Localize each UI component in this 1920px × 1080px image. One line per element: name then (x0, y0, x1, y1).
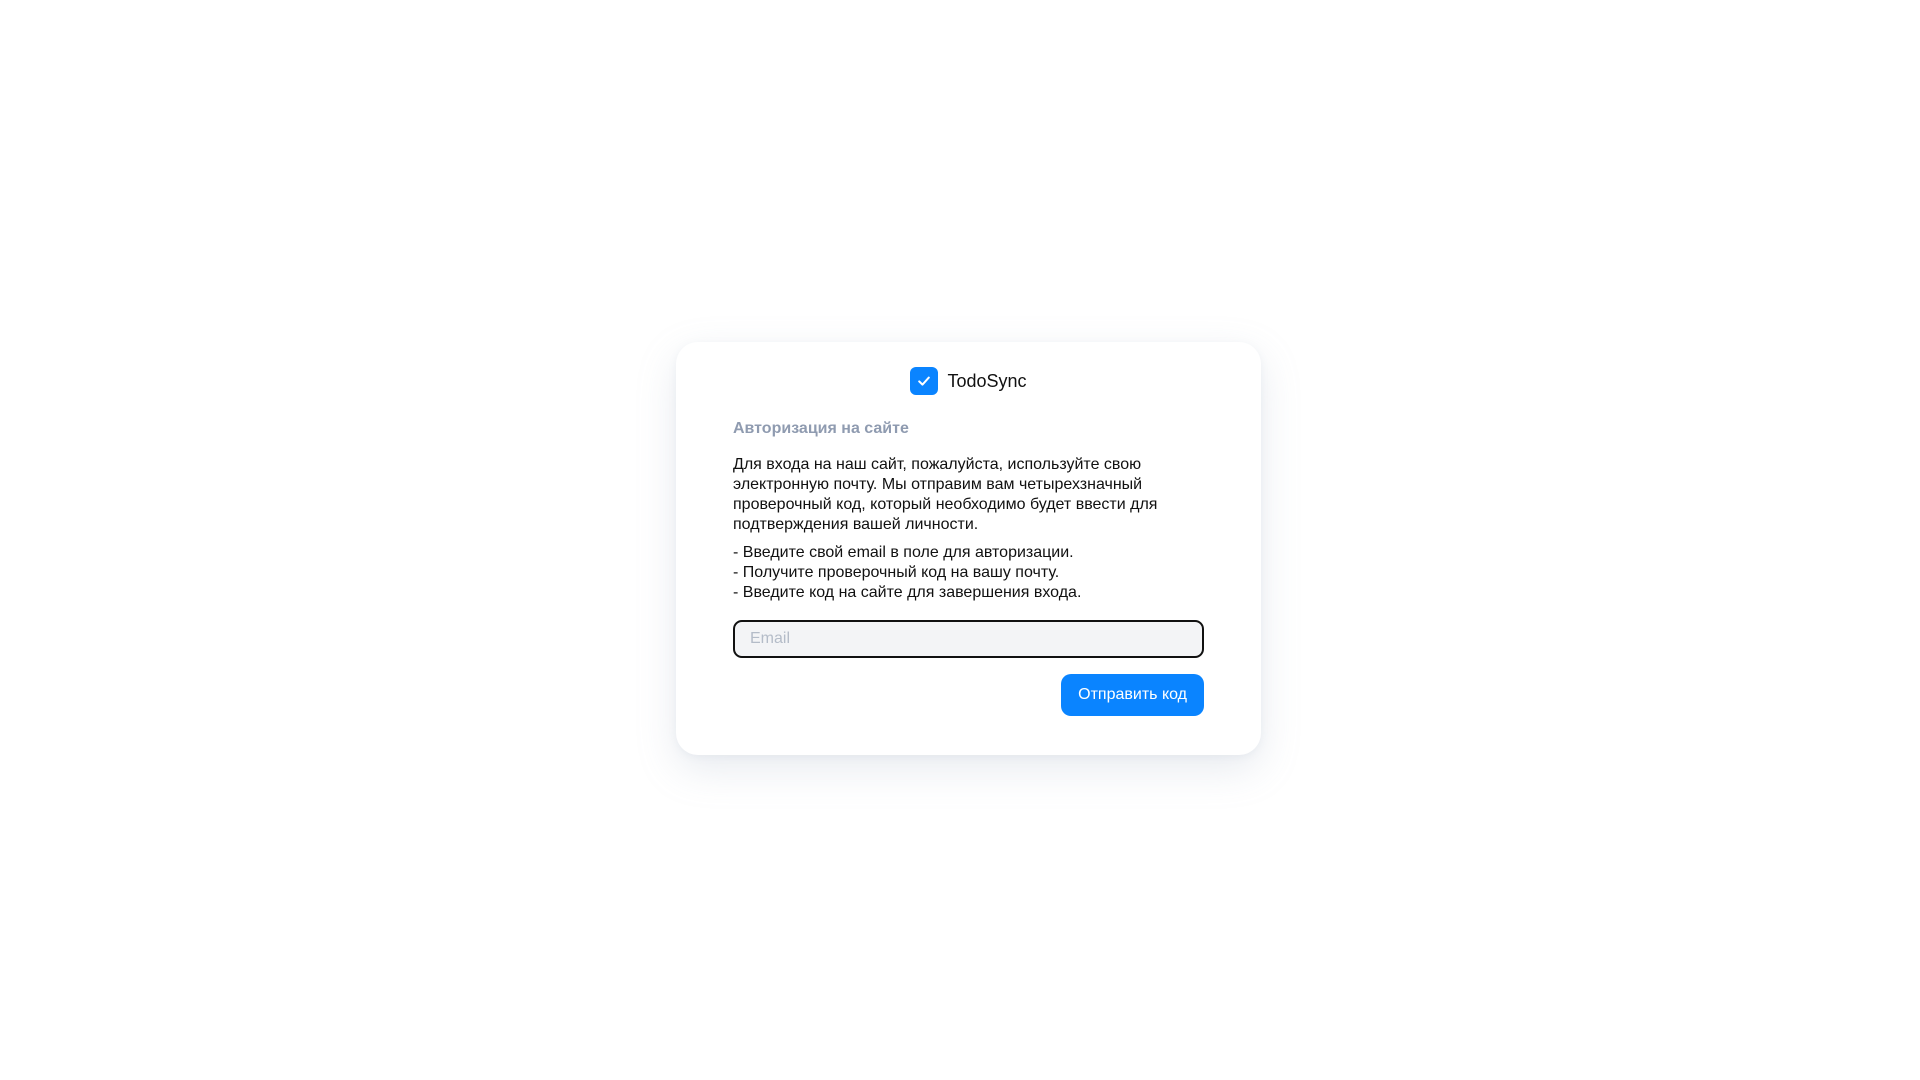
brand-name: TodoSync (947, 370, 1027, 391)
login-card: TodoSync Авторизация на сайте Для входа … (676, 342, 1261, 755)
check-icon (910, 367, 939, 395)
send-code-button[interactable]: Отправить код (1061, 674, 1204, 716)
check-mark (918, 376, 931, 386)
page: TodoSync Авторизация на сайте Для входа … (0, 0, 1920, 1080)
step-item: - Введите код на сайте для завершения вх… (733, 584, 1082, 601)
step-item: - Получите проверочный код на вашу почту… (733, 564, 1060, 581)
email-input[interactable] (733, 620, 1204, 658)
step-item: - Введите свой email в поле для авториза… (733, 544, 1074, 561)
auth-description: Для входа на наш сайт, пожалуйста, испол… (733, 456, 1158, 533)
form-actions: Отправить код (733, 674, 1204, 716)
auth-steps: - Введите свой email в поле для авториза… (733, 543, 1204, 603)
brand-header: TodoSync (733, 366, 1204, 396)
auth-heading: Авторизация на сайте (733, 420, 909, 437)
